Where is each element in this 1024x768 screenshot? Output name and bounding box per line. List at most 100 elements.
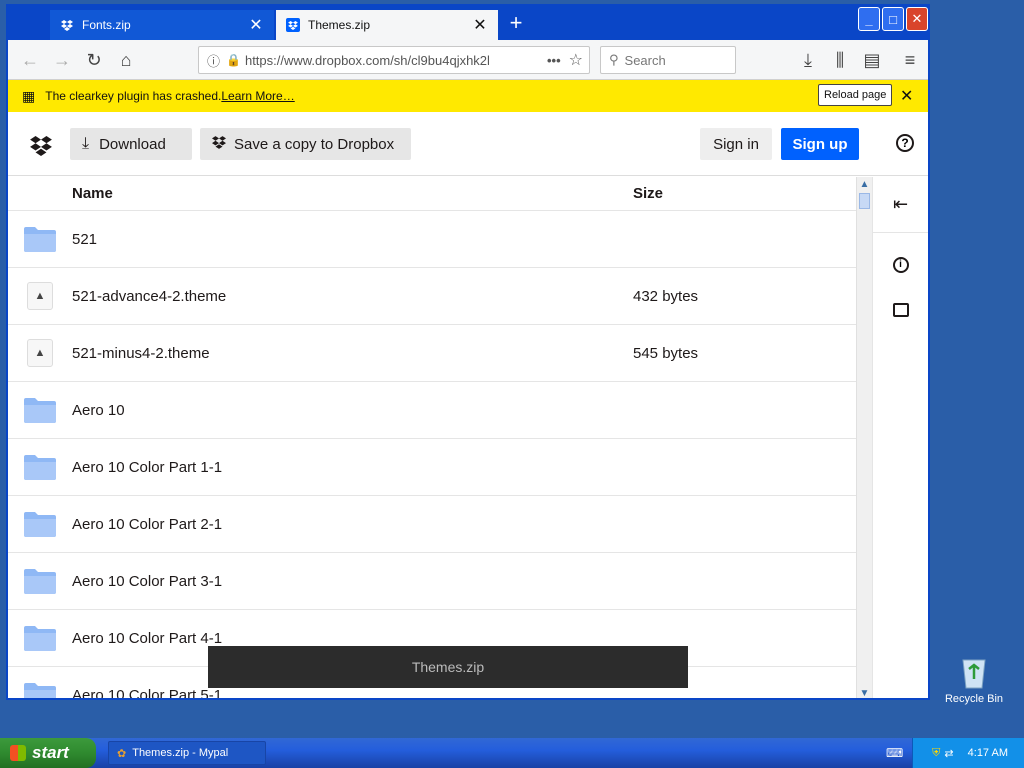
taskbar: start ✿ Themes.zip - Mypal ⌨ ⛨ ⇄ 4:17 AM	[0, 738, 1024, 768]
minimize-button[interactable]: _	[858, 7, 880, 31]
more-icon[interactable]: •••	[547, 53, 561, 68]
clock[interactable]: 4:17 AM	[968, 747, 1008, 759]
lock-icon: 🔒	[226, 53, 241, 67]
file-name[interactable]: Aero 10 Color Part 4-1	[72, 630, 633, 647]
network-icon[interactable]: ⇄	[944, 747, 953, 760]
tab-label: Themes.zip	[308, 18, 371, 32]
column-name[interactable]: Name	[72, 185, 633, 202]
task-label: Themes.zip - Mypal	[132, 747, 229, 759]
file-row[interactable]: Aero 10 Color Part 3-1	[8, 553, 856, 610]
file-row[interactable]: Aero 10 Color Part 2-1	[8, 496, 856, 553]
file-row[interactable]: Aero 10	[8, 382, 856, 439]
file-row[interactable]: Aero 10 Color Part 1-1	[8, 439, 856, 496]
theme-file-icon: ▲	[27, 339, 53, 367]
help-icon[interactable]: ?	[896, 134, 914, 152]
save-to-dropbox-button[interactable]: Save a copy to Dropbox	[200, 128, 411, 160]
info-icon[interactable]: i	[892, 257, 909, 273]
dropbox-logo-icon[interactable]	[30, 136, 52, 161]
folder-icon	[24, 398, 56, 423]
taskbar-item-mypal[interactable]: ✿ Themes.zip - Mypal	[108, 741, 266, 765]
file-name[interactable]: 521	[72, 231, 633, 248]
download-button[interactable]: ⤓ Download	[70, 128, 192, 160]
file-name[interactable]: Aero 10 Color Part 2-1	[72, 516, 633, 533]
file-size: 432 bytes	[633, 287, 699, 305]
back-button[interactable]: ←	[18, 48, 42, 72]
dropbox-icon	[286, 18, 300, 32]
file-name[interactable]: Aero 10 Color Part 5-1	[72, 687, 633, 699]
system-tray: ⛨ ⇄ 4:17 AM	[912, 738, 1024, 768]
close-icon[interactable]: ✕	[472, 15, 488, 35]
dropbox-header: ⤓ Download Save a copy to Dropbox Sign i…	[8, 112, 928, 176]
scrollbar[interactable]: ▲ ▼	[856, 177, 872, 698]
file-name[interactable]: 521-advance4-2.theme	[72, 288, 633, 305]
file-list: Name Size 521 ▲ 521-advance4-2.theme 432 by…	[8, 177, 856, 699]
plugin-icon: ▦	[22, 87, 36, 104]
window-controls: _ □ ✕	[858, 7, 928, 31]
tab-fonts[interactable]: Fonts.zip ✕	[50, 10, 274, 40]
url-text: https://www.dropbox.com/sh/cl9bu4qjxhk2l	[244, 52, 490, 68]
file-name[interactable]: Aero 10 Color Part 1-1	[72, 459, 633, 476]
library-icon[interactable]: ⫼	[828, 48, 852, 72]
file-row[interactable]: ▲ 521-minus4-2.theme 545 bytes	[8, 325, 856, 382]
details-sidebar: ⇤ i	[872, 177, 928, 698]
file-size: 545 bytes	[633, 344, 699, 362]
windows-logo-icon	[10, 745, 26, 761]
file-name[interactable]: Aero 10	[72, 402, 633, 419]
theme-file-icon: ▲	[27, 282, 53, 310]
column-size[interactable]: Size	[633, 185, 856, 202]
mypal-icon: ✿	[117, 747, 127, 760]
title-bar: Fonts.zip ✕ Themes.zip ✕ + _ □ ✕	[8, 6, 928, 40]
nav-bar: ← → ↻ ⌂ ⓘ 🔒 https://www.dropbox.com/sh/c…	[8, 40, 928, 80]
close-window-button[interactable]: ✕	[906, 7, 928, 31]
plugin-crash-bar: ▦ The clearkey plugin has crashed. Learn…	[8, 80, 928, 112]
browser-window: Fonts.zip ✕ Themes.zip ✕ + _ □ ✕ ← → ↻ ⌂…	[6, 4, 930, 700]
folder-icon	[24, 455, 56, 480]
reload-page-button[interactable]: Reload page	[818, 84, 893, 106]
crash-message: The clearkey plugin has crashed.	[45, 89, 222, 103]
folder-icon	[24, 512, 56, 537]
home-button[interactable]: ⌂	[114, 48, 138, 72]
reload-button[interactable]: ↻	[82, 48, 106, 72]
download-icon: ⤓	[82, 135, 90, 152]
url-bar[interactable]: ⓘ 🔒 https://www.dropbox.com/sh/cl9bu4qjx…	[198, 46, 590, 74]
sign-up-button[interactable]: Sign up	[781, 128, 859, 160]
maximize-button[interactable]: □	[882, 7, 904, 31]
list-header: Name Size	[8, 177, 856, 211]
recycle-bin-icon	[962, 659, 986, 689]
tab-themes[interactable]: Themes.zip ✕	[276, 10, 498, 40]
bookmark-star-icon[interactable]: ☆	[569, 50, 583, 70]
download-icon[interactable]: ⤓	[796, 48, 820, 72]
search-placeholder: Search	[624, 52, 666, 68]
menu-icon[interactable]: ≡	[898, 48, 922, 72]
scroll-up-arrow[interactable]: ▲	[857, 177, 872, 193]
recycle-bin[interactable]: Recycle Bin	[940, 656, 1008, 705]
folder-icon	[24, 569, 56, 594]
toast-message: Themes.zip	[208, 646, 688, 688]
start-button[interactable]: start	[0, 738, 96, 768]
comment-icon[interactable]	[892, 303, 909, 317]
sign-in-button[interactable]: Sign in	[700, 128, 772, 160]
search-icon: ⚲	[609, 52, 619, 67]
dropbox-icon	[60, 18, 74, 32]
file-name[interactable]: 521-minus4-2.theme	[72, 345, 633, 362]
folder-icon	[24, 227, 56, 252]
sidebar-toggle-icon[interactable]: ▤	[860, 48, 884, 72]
close-icon[interactable]: ✕	[900, 86, 913, 106]
search-input[interactable]: ⚲ Search	[600, 46, 736, 74]
file-row[interactable]: ▲ 521-advance4-2.theme 432 bytes	[8, 268, 856, 325]
file-name[interactable]: Aero 10 Color Part 3-1	[72, 573, 633, 590]
keyboard-icon[interactable]: ⌨	[886, 746, 903, 760]
scroll-thumb[interactable]	[859, 193, 870, 209]
close-icon[interactable]: ✕	[248, 15, 264, 35]
security-shield-icon[interactable]: ⛨	[932, 747, 940, 760]
file-row[interactable]: 521	[8, 211, 856, 268]
start-label: start	[32, 743, 69, 762]
tab-label: Fonts.zip	[82, 18, 131, 32]
collapse-sidebar-icon[interactable]: ⇤	[873, 177, 928, 233]
scroll-down-arrow[interactable]: ▼	[857, 686, 872, 698]
info-icon[interactable]: ⓘ	[207, 51, 220, 70]
forward-button[interactable]: →	[50, 48, 74, 72]
learn-more-link[interactable]: Learn More…	[221, 89, 294, 103]
recycle-bin-label: Recycle Bin	[944, 693, 1004, 705]
new-tab-button[interactable]: +	[504, 10, 528, 38]
